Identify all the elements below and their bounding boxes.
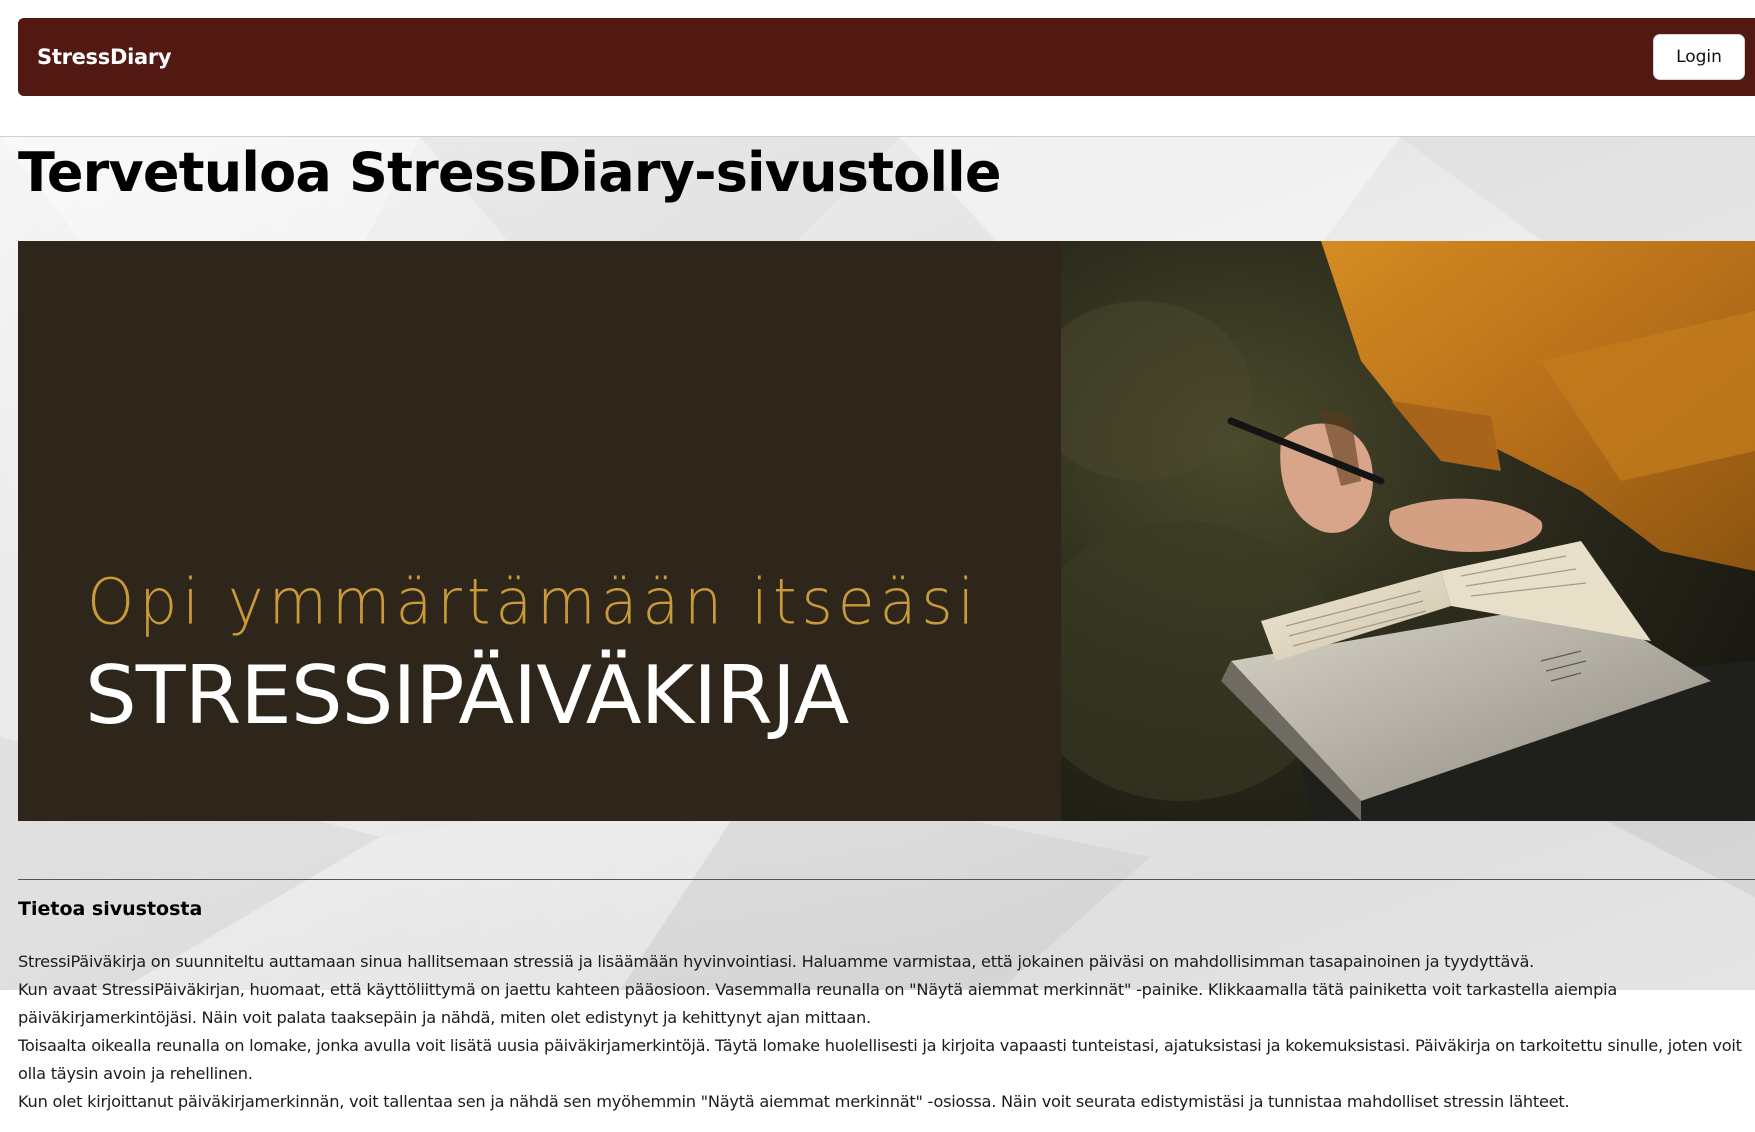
about-paragraph: Kun avaat StressiPäiväkirjan, huomaat, e… [18, 980, 1618, 1027]
login-button[interactable]: Login [1653, 34, 1745, 80]
about-text: StressiPäiväkirja on suunniteltu auttama… [18, 948, 1753, 1116]
section-divider [18, 879, 1755, 880]
about-heading: Tietoa sivustosta [18, 898, 203, 920]
hero-image [1061, 241, 1755, 821]
about-paragraph: StressiPäiväkirja on suunniteltu auttama… [18, 952, 1535, 971]
hero-tagline: Opi ymmärtämään itseäsi [87, 566, 980, 640]
hero-text-panel: Opi ymmärtämään itseäsi STRESSIPÄIVÄKIRJ… [18, 241, 1061, 821]
navbar: StressDiary Login [18, 18, 1755, 96]
about-paragraph: Kun olet kirjoittanut päiväkirjamerkinnä… [18, 1092, 1570, 1111]
page-title: Tervetuloa StressDiary-sivustolle [18, 141, 1002, 204]
hero-heading: STRESSIPÄIVÄKIRJA [85, 649, 849, 742]
page: StressDiary Login Tervetuloa StressDiary… [0, 0, 1755, 1132]
brand-logo[interactable]: StressDiary [37, 45, 172, 69]
journal-photo-illustration [1061, 241, 1755, 821]
hero-banner: Opi ymmärtämään itseäsi STRESSIPÄIVÄKIRJ… [18, 241, 1755, 821]
about-paragraph: Toisaalta oikealla reunalla on lomake, j… [18, 1036, 1742, 1083]
